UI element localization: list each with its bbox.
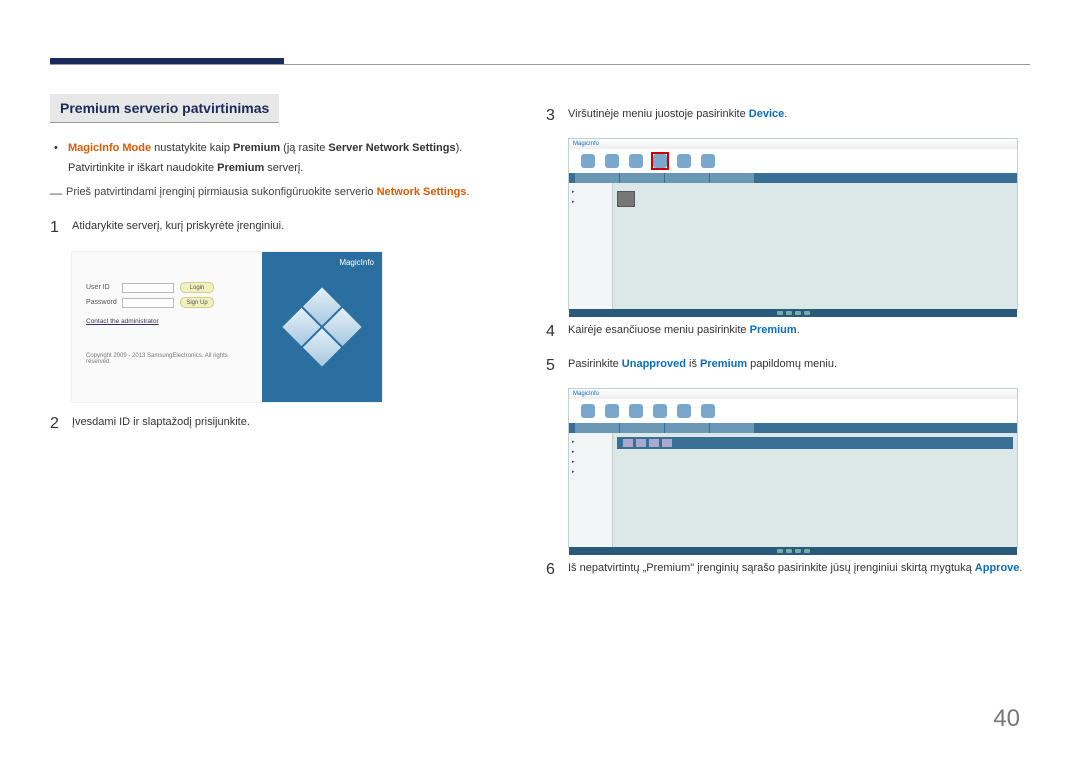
app-main [613, 183, 1017, 309]
login-screenshot: User ID Login Password Sign Up Contact t… [72, 252, 382, 402]
toolbar-row [617, 437, 1013, 449]
diamond-icon [282, 288, 361, 367]
step-text: Kairėje esančiuose meniu pasirinkite Pre… [568, 320, 800, 344]
bullet-text: MagicInfo Mode nustatykite kaip Premium … [68, 141, 462, 157]
step-number: 5 [546, 354, 568, 378]
contact-admin-link[interactable]: Contact the administrator [86, 318, 248, 325]
brand-label: MagicInfo [339, 258, 374, 267]
magicinfo-mode-label: MagicInfo Mode [68, 142, 151, 154]
step-text: Viršutinėje meniu juostoje pasirinkite D… [568, 104, 787, 128]
app-screenshot-1: MagicInfo ▸ ▸ [568, 138, 1018, 310]
signup-button[interactable]: Sign Up [180, 297, 214, 308]
app-tab-row [569, 173, 1017, 183]
login-password-row: Password Sign Up [86, 297, 248, 308]
top-icon[interactable] [653, 404, 667, 418]
userid-input[interactable] [122, 283, 174, 293]
top-icon[interactable] [605, 154, 619, 168]
toolbar-btn[interactable] [649, 439, 659, 447]
toolbar-btn[interactable] [636, 439, 646, 447]
app-footer [569, 309, 1017, 317]
bullet-line2: Patvirtinkite ir iškart naudokite Premiu… [68, 161, 530, 177]
toolbar-btn[interactable] [623, 439, 633, 447]
userid-label: User ID [86, 284, 122, 291]
password-input[interactable] [122, 298, 174, 308]
step-2: 2 Įvesdami ID ir slaptažodį prisijunkite… [50, 412, 530, 436]
dash-icon: ― [50, 185, 66, 202]
step-text: Pasirinkite Unapproved iš Premium papild… [568, 354, 837, 378]
step-text: Įvesdami ID ir slaptažodį prisijunkite. [72, 412, 250, 436]
app-top-icons [569, 399, 1017, 423]
sidebar-item[interactable]: ▸ [572, 437, 609, 447]
top-icon[interactable] [677, 154, 691, 168]
step-number: 4 [546, 320, 568, 344]
step-number: 3 [546, 104, 568, 128]
step-4: 4 Kairėje esančiuose meniu pasirinkite P… [546, 320, 1026, 344]
sidebar-item[interactable]: ▸ [572, 467, 609, 477]
login-form: User ID Login Password Sign Up Contact t… [72, 252, 262, 402]
top-icon[interactable] [701, 404, 715, 418]
step-6: 6 Iš nepatvirtintų „Premium" įrenginių s… [546, 558, 1026, 582]
app-titlebar: MagicInfo [569, 389, 1017, 399]
app-screenshot-2: MagicInfo ▸ ▸ ▸ ▸ [568, 388, 1018, 548]
top-icon[interactable] [701, 154, 715, 168]
copyright: Copyright 2009 - 2013 SamsungElectronics… [86, 353, 248, 365]
top-icon[interactable] [677, 404, 691, 418]
app-body: ▸ ▸ ▸ ▸ [569, 433, 1017, 547]
step-number: 2 [50, 412, 72, 436]
step-text: Atidarykite serverį, kurį priskyrėte įre… [72, 216, 284, 240]
left-column: Premium serverio patvirtinimas • MagicIn… [50, 94, 530, 446]
app-sidebar: ▸ ▸ ▸ ▸ [569, 433, 613, 547]
toolbar-btn[interactable] [662, 439, 672, 447]
right-column: 3 Viršutinėje meniu juostoje pasirinkite… [546, 94, 1026, 592]
sidebar-item[interactable]: ▸ [572, 187, 609, 197]
top-icon[interactable] [581, 154, 595, 168]
app-tab-row [569, 423, 1017, 433]
device-icon[interactable] [653, 154, 667, 168]
thumbnail-row [617, 191, 1013, 207]
app-body: ▸ ▸ [569, 183, 1017, 309]
top-icon[interactable] [605, 404, 619, 418]
top-icon[interactable] [629, 404, 643, 418]
top-icon[interactable] [581, 404, 595, 418]
note-text: Prieš patvirtindami įrenginį pirmiausia … [66, 185, 470, 202]
step-5: 5 Pasirinkite Unapproved iš Premium papi… [546, 354, 1026, 378]
app-top-icons [569, 149, 1017, 173]
device-thumb[interactable] [617, 191, 635, 207]
step-text: Iš nepatvirtintų „Premium" įrenginių sąr… [568, 558, 1022, 582]
step-3: 3 Viršutinėje meniu juostoje pasirinkite… [546, 104, 1026, 128]
sidebar-item[interactable]: ▸ [572, 457, 609, 467]
sidebar-item-premium[interactable]: ▸ [572, 447, 609, 457]
top-icon[interactable] [629, 154, 643, 168]
login-userid-row: User ID Login [86, 282, 248, 293]
step-number: 6 [546, 558, 568, 582]
section-title: Premium serverio patvirtinimas [50, 94, 279, 123]
note-line: ― Prieš patvirtindami įrenginį pirmiausi… [50, 185, 530, 202]
bullet-dot: • [54, 141, 68, 157]
app-sidebar: ▸ ▸ [569, 183, 613, 309]
bullet-1: • MagicInfo Mode nustatykite kaip Premiu… [54, 141, 530, 157]
step-1: 1 Atidarykite serverį, kurį priskyrėte į… [50, 216, 530, 240]
app-titlebar: MagicInfo [569, 139, 1017, 149]
header-rule [50, 64, 1030, 65]
sidebar-item[interactable]: ▸ [572, 197, 609, 207]
login-button[interactable]: Login [180, 282, 214, 293]
step-number: 1 [50, 216, 72, 240]
app-footer [569, 547, 1017, 555]
app-main [613, 433, 1017, 547]
login-brand-panel: MagicInfo [262, 252, 382, 402]
page-number: 40 [993, 705, 1020, 733]
password-label: Password [86, 299, 122, 306]
